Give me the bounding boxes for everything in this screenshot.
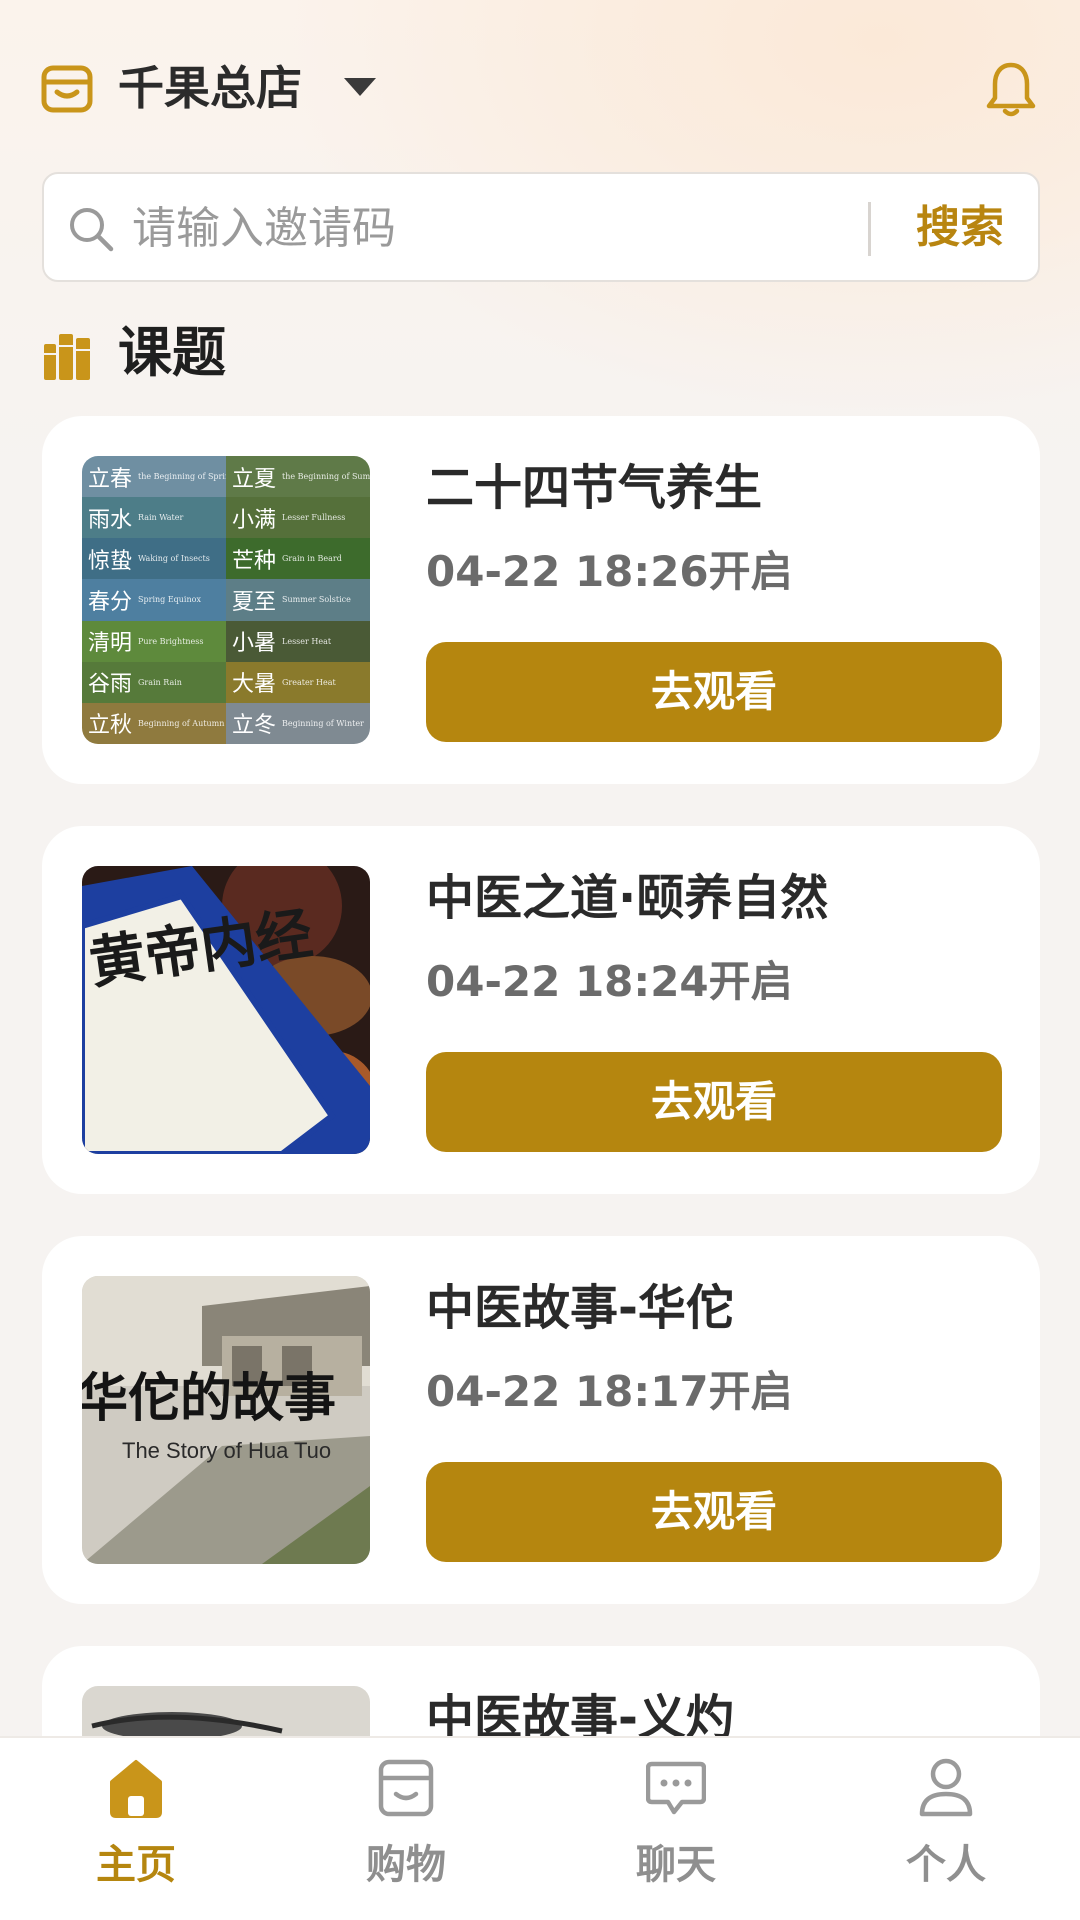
solar-term-tile: 谷雨 Grain Rain (82, 661, 226, 703)
store-name[interactable]: 千果总店 (118, 58, 302, 118)
course-card[interactable]: 立春 the Beginning of Spring 立夏 the Beginnin… (42, 416, 1040, 784)
search-button[interactable]: 搜索 (890, 192, 1030, 264)
solar-term-tile: 夏至 Summer Solstice (226, 579, 370, 621)
watch-button[interactable]: 去观看 (426, 642, 1002, 742)
solar-term-tile: 小暑 Lesser Heat (226, 620, 370, 662)
search-icon (70, 208, 114, 252)
solar-term-tile: 立秋 Beginning of Autumn (82, 702, 226, 744)
store-icon[interactable] (40, 62, 94, 116)
bottom-tab-bar: 主页 购物 聊天 个人 (0, 1736, 1080, 1920)
caret-down-icon[interactable] (344, 78, 376, 96)
solar-term-tile: 惊蛰 Waking of Insects (82, 538, 226, 580)
tab-label: 购物 (366, 1842, 446, 1888)
watch-button[interactable]: 去观看 (426, 1052, 1002, 1152)
section-title: 课题 (118, 321, 226, 384)
course-thumbnail: 华佗的故事 The Story of Hua Tuo (82, 1276, 370, 1564)
solar-term-tile: 清明 Pure Brightness (82, 620, 226, 662)
course-start-time: 04-22 18:17开启 (426, 1367, 793, 1416)
solar-term-tile: 立冬 Beginning of Winter (226, 702, 370, 744)
shop-icon (378, 1759, 434, 1817)
course-title: 中医之道·颐养自然 (426, 870, 829, 926)
search-divider (868, 202, 871, 256)
book-cover-image: 黄帝内经 (82, 866, 370, 1154)
tab-label: 聊天 (636, 1842, 716, 1888)
books-icon (44, 334, 90, 380)
person-icon (919, 1758, 973, 1817)
solar-term-tile: 小满 Lesser Fullness (226, 497, 370, 539)
course-thumbnail: 立春 the Beginning of Spring 立夏 the Beginnin… (82, 456, 370, 744)
course-thumbnail: 黄帝内经 (82, 866, 370, 1154)
solar-term-tile: 芒种 Grain in Beard (226, 538, 370, 580)
tab-shopping[interactable]: 购物 (326, 1756, 486, 1906)
course-title: 二十四节气养生 (426, 460, 763, 516)
search-bar: 搜索 (42, 172, 1040, 282)
solar-term-tile: 春分 Spring Equinox (82, 579, 226, 621)
course-start-time: 04-22 18:24开启 (426, 957, 793, 1006)
tab-chat[interactable]: 聊天 (596, 1756, 756, 1906)
tab-home[interactable]: 主页 (56, 1756, 216, 1906)
chat-icon (646, 1761, 706, 1815)
hua-tuo-image: 华佗的故事 The Story of Hua Tuo (82, 1276, 370, 1564)
tab-label: 主页 (96, 1842, 176, 1888)
top-header: 千果总店 (40, 56, 1040, 126)
app-screen: 千果总店 搜索 课题 立春the Beginning of Spring (0, 0, 1080, 1920)
invite-code-input[interactable] (132, 194, 892, 262)
tab-label: 个人 (906, 1842, 986, 1888)
tab-profile[interactable]: 个人 (866, 1756, 1026, 1906)
solar-term-tile: 雨水 Rain Water (82, 497, 226, 539)
bell-icon[interactable] (984, 60, 1038, 118)
course-card[interactable]: 华佗的故事 The Story of Hua Tuo 中医故事-华佗 04-22… (42, 1236, 1040, 1604)
svg-text:The Story of Hua Tuo: The Story of Hua Tuo (122, 1438, 331, 1463)
solar-term-tile: 大暑 Greater Heat (226, 661, 370, 703)
solar-term-tile: 立春 the Beginning of Spring (82, 456, 226, 498)
solar-term-tile: 立夏the Beginning of Summer (226, 456, 370, 498)
svg-text:华佗的故事: 华佗的故事 (82, 1368, 336, 1429)
course-start-time: 04-22 18:26开启 (426, 547, 793, 596)
home-icon (110, 1760, 162, 1818)
watch-button[interactable]: 去观看 (426, 1462, 1002, 1562)
course-card[interactable]: 黄帝内经 中医之道·颐养自然 04-22 18:24开启 去观看 (42, 826, 1040, 1194)
course-title: 中医故事-华佗 (426, 1280, 734, 1336)
